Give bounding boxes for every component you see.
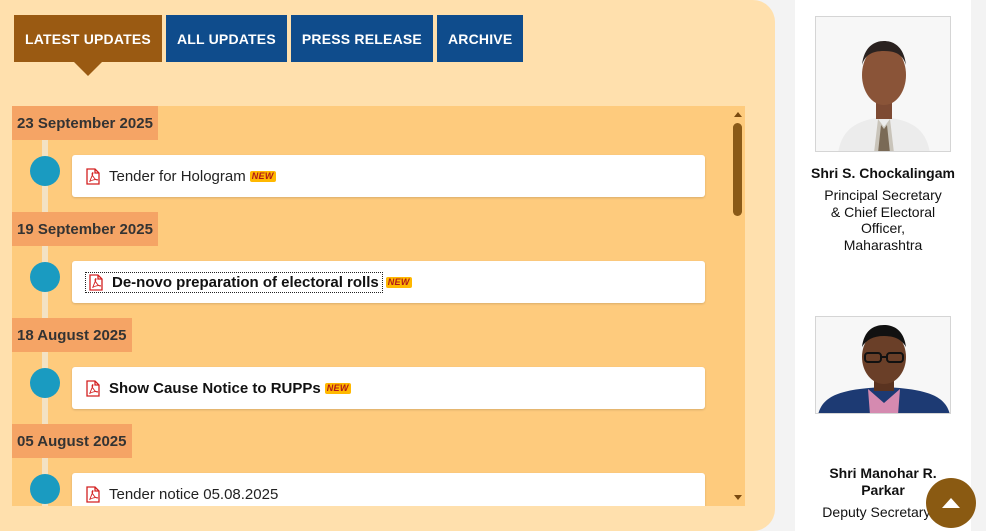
pdf-icon — [86, 167, 100, 185]
timeline-dot — [30, 368, 60, 398]
update-link[interactable]: De-novo preparation of electoral rolls N… — [72, 261, 705, 303]
tab-archive[interactable]: ARCHIVE — [436, 15, 524, 62]
official-designation: Principal Secretary & Chief Electoral Of… — [824, 187, 942, 253]
tab-press-release[interactable]: PRESS RELEASE — [290, 15, 433, 62]
timeline-dot — [30, 474, 60, 504]
person-portrait-icon — [816, 317, 950, 413]
arrow-up-icon — [942, 498, 960, 508]
tab-latest-updates[interactable]: LATEST UPDATES — [14, 15, 162, 76]
tab-all-updates[interactable]: ALL UPDATES — [165, 15, 287, 62]
pdf-icon — [86, 485, 100, 503]
update-title: De-novo preparation of electoral rolls — [112, 273, 379, 291]
timeline-scrollbar[interactable] — [731, 106, 745, 506]
scrollbar-thumb[interactable] — [733, 123, 742, 216]
update-title: Tender for Hologram — [109, 167, 246, 185]
update-link[interactable]: Tender for Hologram NEW — [72, 155, 705, 197]
official-photo — [815, 316, 951, 414]
pdf-icon — [86, 379, 100, 397]
back-to-top-button[interactable] — [926, 478, 976, 528]
update-date: 18 August 2025 — [12, 318, 132, 352]
updates-timeline[interactable]: 23 September 2025 Tender for Hologram NE… — [12, 106, 745, 506]
person-portrait-icon — [816, 17, 950, 151]
official-photo — [815, 16, 951, 152]
officials-sidebar: Shri S. Chockalingam Principal Secretary… — [795, 0, 971, 531]
updates-tabs: LATEST UPDATES ALL UPDATES PRESS RELEASE… — [14, 15, 524, 76]
new-badge: NEW — [324, 382, 351, 394]
timeline-dot — [30, 262, 60, 292]
new-badge: NEW — [385, 276, 412, 288]
timeline-dot — [30, 156, 60, 186]
scroll-down-arrow-icon[interactable] — [734, 495, 742, 500]
update-title: Tender notice 05.08.2025 — [109, 485, 279, 503]
pdf-icon — [89, 273, 103, 291]
update-group: 05 August 2025 Tender notice 05.08.2025 — [12, 424, 745, 506]
update-group: 19 September 2025 De-novo preparation of… — [12, 212, 745, 318]
update-group: 23 September 2025 Tender for Hologram NE… — [12, 106, 745, 212]
update-title: Show Cause Notice to RUPPs — [109, 379, 321, 397]
new-badge: NEW — [249, 170, 276, 182]
update-date: 19 September 2025 — [12, 212, 158, 246]
official-card: Shri S. Chockalingam Principal Secretary… — [795, 165, 971, 253]
update-link[interactable]: Tender notice 05.08.2025 — [72, 473, 705, 506]
update-date: 23 September 2025 — [12, 106, 158, 140]
official-name: Shri S. Chockalingam — [811, 165, 955, 181]
update-link[interactable]: Show Cause Notice to RUPPs NEW — [72, 367, 705, 409]
update-group: 18 August 2025 Show Cause Notice to RUPP… — [12, 318, 745, 424]
scroll-up-arrow-icon[interactable] — [734, 112, 742, 117]
update-date: 05 August 2025 — [12, 424, 132, 458]
